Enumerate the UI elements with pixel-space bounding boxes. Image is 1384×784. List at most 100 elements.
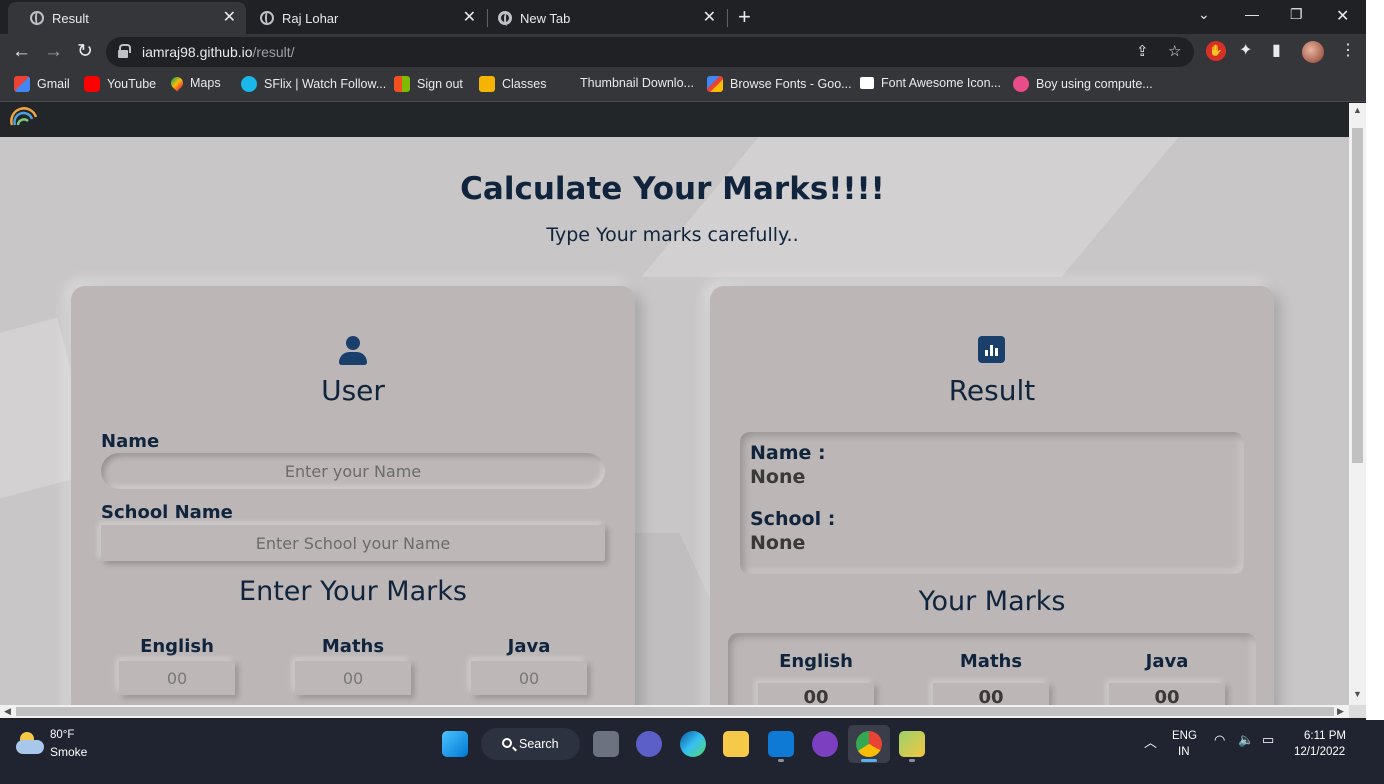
bookmark-label: Sign out: [417, 77, 463, 91]
show-hidden-icons-icon[interactable]: ︿: [1144, 732, 1157, 751]
running-indicator: [909, 759, 915, 762]
bookmark-browse-fonts[interactable]: Browse Fonts - Goo...: [707, 76, 852, 92]
bookmark-label: Maps: [190, 76, 221, 90]
new-tab-button[interactable]: +: [738, 5, 751, 29]
url-text[interactable]: iamraj98.github.io/result/: [142, 44, 295, 60]
address-bar[interactable]: iamraj98.github.io/result/ ⇪ ☆: [106, 37, 1194, 67]
english-marks-value: 00: [758, 683, 874, 705]
english-marks-input[interactable]: [119, 661, 235, 695]
tab-title: New Tab: [520, 10, 571, 26]
weather-icon[interactable]: [16, 732, 44, 754]
classroom-icon: [479, 76, 495, 92]
teams-chat-icon[interactable]: [636, 731, 662, 757]
tab-title: Raj Lohar: [282, 10, 339, 26]
github-desktop-icon[interactable]: [812, 731, 838, 757]
active-indicator: [861, 759, 877, 762]
tab-separator: [727, 9, 728, 27]
dribbble-icon: [1013, 76, 1029, 92]
language-region[interactable]: IN: [1178, 746, 1190, 758]
maximize-button[interactable]: ❐: [1290, 6, 1303, 23]
search-icon: [502, 738, 512, 748]
adblock-extension-icon[interactable]: ✋: [1206, 41, 1226, 61]
scroll-left-arrow-icon[interactable]: ◀: [4, 706, 11, 717]
bookmark-boy-using-computer[interactable]: Boy using compute...: [1013, 76, 1153, 92]
close-tab-icon[interactable]: ✕: [703, 8, 716, 28]
site-navbar: [0, 103, 1349, 137]
english-label: English: [140, 636, 214, 657]
bookmark-label: Browse Fonts - Goo...: [730, 77, 852, 91]
bookmark-gmail[interactable]: Gmail: [14, 76, 70, 92]
edge-icon[interactable]: [680, 731, 706, 757]
school-name-input[interactable]: [101, 525, 605, 561]
scroll-right-arrow-icon[interactable]: ▶: [1337, 706, 1344, 717]
java-label: Java: [1145, 651, 1189, 672]
name-input[interactable]: [101, 453, 605, 489]
page-subtitle: Type Your marks carefully..: [546, 224, 799, 246]
bookmark-star-icon[interactable]: ☆: [1168, 42, 1181, 60]
tab-raj-lohar[interactable]: Raj Lohar ✕: [248, 2, 486, 34]
globe-icon: [30, 11, 44, 25]
share-icon[interactable]: ⇪: [1136, 42, 1149, 60]
reload-icon[interactable]: ↻: [77, 40, 93, 64]
paint-app-icon[interactable]: [899, 731, 925, 757]
taskbar-search[interactable]: Search: [481, 728, 580, 760]
running-indicator: [778, 759, 784, 762]
scrollbar-thumb[interactable]: [1352, 128, 1363, 463]
tab-search-icon[interactable]: ⌄: [1198, 6, 1210, 23]
file-explorer-icon[interactable]: [723, 731, 749, 757]
profile-avatar[interactable]: [1302, 41, 1324, 63]
side-panel-icon[interactable]: ▮: [1272, 40, 1281, 60]
extensions-icon[interactable]: ✦: [1239, 40, 1252, 60]
close-tab-icon[interactable]: ✕: [223, 8, 236, 28]
task-view-icon[interactable]: [593, 731, 619, 757]
site-logo[interactable]: [10, 105, 38, 127]
browser-toolbar: ← → ↻ iamraj98.github.io/result/ ⇪ ☆ ✋ ✦…: [0, 34, 1384, 70]
bookmark-classes[interactable]: Classes: [479, 76, 546, 92]
close-tab-icon[interactable]: ✕: [463, 8, 476, 28]
bookmark-sflix[interactable]: SFlix | Watch Follow...: [241, 76, 386, 92]
vscode-icon[interactable]: [768, 731, 794, 757]
minimize-button[interactable]: —: [1245, 6, 1259, 22]
bookmark-label: YouTube: [107, 77, 157, 91]
lock-icon[interactable]: [118, 44, 131, 58]
back-icon[interactable]: ←: [12, 40, 31, 64]
windows-start-icon[interactable]: [442, 731, 468, 757]
bookmark-maps[interactable]: Maps: [168, 74, 221, 92]
scrollbar-corner: [1349, 705, 1366, 718]
weather-temperature[interactable]: 80°F: [50, 729, 74, 741]
scroll-up-arrow-icon[interactable]: ▲: [1353, 105, 1362, 115]
java-marks-input[interactable]: [471, 661, 587, 695]
bookmark-sign-out[interactable]: Sign out: [394, 76, 463, 92]
menu-kebab-icon[interactable]: ⋮: [1340, 40, 1356, 60]
wifi-icon[interactable]: ◠: [1214, 732, 1225, 748]
your-marks-title: Your Marks: [918, 586, 1066, 617]
globe-icon: [260, 11, 274, 25]
scroll-down-arrow-icon[interactable]: ▼: [1353, 689, 1362, 699]
scrollbar-thumb[interactable]: [16, 707, 1334, 716]
result-name-label: Name :: [750, 442, 826, 464]
enter-marks-title: Enter Your Marks: [239, 576, 467, 607]
close-window-button[interactable]: ✕: [1336, 6, 1349, 26]
chrome-icon[interactable]: [856, 731, 882, 757]
battery-icon[interactable]: ▭: [1262, 732, 1274, 748]
maths-marks-input[interactable]: [295, 661, 411, 695]
sflix-icon: [241, 76, 257, 92]
vertical-scrollbar[interactable]: ▲ ▼: [1349, 103, 1366, 705]
bookmark-youtube[interactable]: YouTube: [84, 76, 156, 92]
maths-marks-value: 00: [933, 683, 1049, 705]
bookmark-thumbnail[interactable]: Thumbnail Downlo...: [580, 76, 694, 90]
bookmark-font-awesome[interactable]: Font Awesome Icon...: [860, 76, 1001, 90]
weather-description[interactable]: Smoke: [50, 745, 87, 759]
english-label: English: [779, 651, 853, 672]
clock-time[interactable]: 6:11 PM: [1304, 730, 1346, 742]
language-indicator[interactable]: ENG: [1172, 730, 1197, 742]
forward-icon[interactable]: →: [44, 40, 63, 64]
horizontal-scrollbar[interactable]: ◀ ▶: [0, 705, 1349, 718]
volume-icon[interactable]: 🔈: [1238, 732, 1254, 748]
page-title: Calculate Your Marks!!!!: [460, 171, 885, 207]
tab-result[interactable]: Result ✕: [8, 2, 246, 34]
clock-date[interactable]: 12/1/2022: [1294, 746, 1345, 758]
tab-new-tab[interactable]: New Tab ✕: [488, 2, 726, 34]
page-viewport: Calculate Your Marks!!!! Type Your marks…: [0, 103, 1349, 705]
font-awesome-icon: [860, 77, 874, 89]
